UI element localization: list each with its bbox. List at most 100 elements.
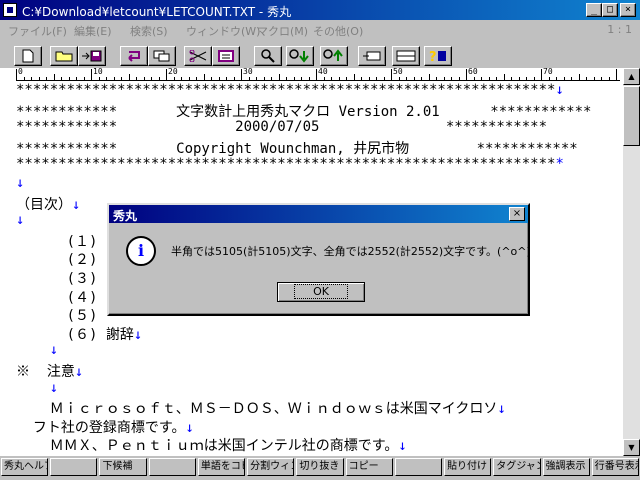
editor-line: (３) — [16, 268, 98, 288]
scroll-up-icon[interactable]: ▲ — [623, 68, 640, 85]
function-key-11[interactable]: タグジャンプ — [493, 458, 541, 476]
ruler-tick — [151, 77, 152, 80]
ruler-tick — [136, 77, 137, 80]
editor-line: ＭＭＸ、Ｐｅｎｔｉｕｍは米国インテル社の商標です。↓ — [16, 435, 407, 455]
ruler-tick — [248, 77, 250, 80]
ruler-tick — [31, 77, 32, 80]
dialog-message: 半角では5105(計5105)文字、全角では2552(計2552)文字です。(^… — [171, 245, 531, 258]
ruler-tick — [593, 77, 595, 80]
ruler-tick — [83, 77, 85, 80]
open-folder-icon[interactable] — [50, 46, 78, 66]
function-key-2[interactable] — [50, 458, 98, 476]
ruler-tick — [368, 77, 370, 80]
return-mark: ↓ — [74, 364, 84, 380]
maximize-button[interactable]: □ — [602, 3, 618, 17]
app-icon[interactable] — [3, 3, 17, 17]
ruler-tick — [121, 77, 122, 80]
ruler-tick — [173, 77, 175, 80]
ruler-tick — [458, 77, 460, 80]
new-file-icon[interactable] — [14, 46, 42, 66]
vertical-scrollbar[interactable]: ▲ ▼ — [623, 68, 640, 456]
ruler-label: 50 — [393, 67, 403, 76]
editor-line: (１) — [16, 231, 98, 251]
ok-button-label: OK — [294, 284, 348, 299]
function-key-1[interactable]: 秀丸ヘルプ — [1, 458, 49, 476]
ruler-tick — [286, 77, 287, 80]
function-key-9[interactable] — [394, 458, 443, 476]
return-mark: ↓ — [16, 212, 25, 229]
function-key-7[interactable]: 切り抜き — [296, 458, 344, 476]
message-dialog: 秀丸 × i 半角では5105(計5105)文字、全角では2552(計2552)… — [107, 203, 531, 316]
jump-icon[interactable] — [358, 46, 386, 66]
line-text: Ｍｉｃｒｏｓｏｆｔ、ＭＳ－ＤＯＳ、Ｗｉｎｄｏｗｓは米国マイクロソ — [16, 401, 498, 418]
ruler-tick — [571, 77, 572, 80]
ruler-tick — [143, 77, 145, 80]
ruler-tick — [436, 77, 437, 80]
ruler-tick — [16, 69, 17, 80]
menu-edit[interactable]: 編集(E) — [74, 23, 112, 39]
ruler-tick — [481, 77, 482, 80]
function-key-12[interactable]: 強調表示 — [542, 458, 590, 476]
ruler-label: 70 — [543, 67, 553, 76]
ruler-tick — [61, 77, 62, 80]
help-icon[interactable]: ? — [424, 46, 452, 66]
function-key-10[interactable]: 貼り付け — [444, 458, 492, 476]
menu-file[interactable]: ファイル(F) — [8, 23, 67, 39]
ruler-tick — [466, 69, 467, 80]
scissors-icon[interactable] — [184, 46, 212, 66]
editor-line: ↓ — [16, 212, 24, 228]
line-text: ※ 注意 — [16, 364, 75, 380]
copy-window-icon[interactable] — [148, 46, 176, 66]
ruler-tick — [338, 77, 340, 80]
function-key-5[interactable]: 単語をコピ — [197, 458, 246, 476]
return-mark: ↓ — [49, 379, 59, 396]
line-text: ************ 2000/07/05 ************ — [16, 119, 548, 136]
editor-line: ************ Copyright Wounchman, 井尻市物 *… — [16, 138, 578, 158]
ruler-tick — [91, 69, 92, 80]
ruler-label: 60 — [468, 67, 478, 76]
ruler-tick — [526, 77, 527, 80]
undo-icon[interactable] — [120, 46, 148, 66]
menu-macro[interactable]: マクロ(M) — [257, 23, 308, 39]
split-window-icon[interactable] — [392, 46, 420, 66]
return-mark: ↓ — [16, 175, 25, 191]
paste-icon[interactable] — [212, 46, 240, 66]
line-text: ************ Copyright Wounchman, 井尻市物 *… — [16, 140, 578, 157]
menu-search[interactable]: 検索(S) — [130, 23, 168, 39]
search-up-icon[interactable] — [320, 46, 348, 66]
ruler-tick — [616, 69, 617, 80]
function-key-6[interactable]: 分割ウィンド — [247, 458, 295, 476]
function-key-3[interactable]: 下候補 — [99, 458, 147, 476]
search-down-icon[interactable] — [286, 46, 314, 66]
line-text: ****************************************… — [16, 156, 556, 173]
ruler-tick — [608, 77, 610, 80]
ruler-tick — [563, 77, 565, 80]
ruler-tick — [541, 69, 542, 80]
ruler-tick — [556, 77, 557, 80]
function-key-8[interactable]: コピー — [345, 458, 393, 476]
save-icon[interactable] — [78, 46, 106, 66]
scroll-down-icon[interactable]: ▼ — [623, 439, 640, 456]
column-ruler: 0 10 20 30 40 50 60 70 — [16, 67, 620, 81]
function-key-13[interactable]: 行番号表示 — [591, 458, 639, 476]
search-icon[interactable] — [254, 46, 282, 66]
ruler-tick — [376, 77, 377, 80]
editor-line: ************ 文字数計上用秀丸マクロ Version 2.01 **… — [16, 101, 591, 121]
line-text: (５) — [16, 308, 98, 325]
ruler-tick — [233, 77, 235, 80]
function-key-4[interactable] — [148, 458, 196, 476]
ruler-tick — [68, 77, 70, 80]
ruler-tick — [158, 77, 160, 80]
scroll-thumb[interactable] — [623, 86, 640, 146]
dialog-close-button[interactable]: × — [509, 207, 525, 221]
close-button[interactable]: × — [620, 3, 636, 17]
menu-window[interactable]: ウィンドウ(W) — [186, 23, 260, 39]
ok-button[interactable]: OK — [277, 282, 365, 302]
menu-other[interactable]: その他(O) — [313, 23, 363, 39]
minimize-button[interactable]: _ — [586, 3, 602, 17]
ruler-tick — [398, 77, 400, 80]
ruler-tick — [301, 77, 302, 80]
ruler-label: 40 — [318, 67, 328, 76]
ruler-tick — [23, 77, 25, 80]
editor-line: （目次）↓ — [16, 194, 80, 214]
